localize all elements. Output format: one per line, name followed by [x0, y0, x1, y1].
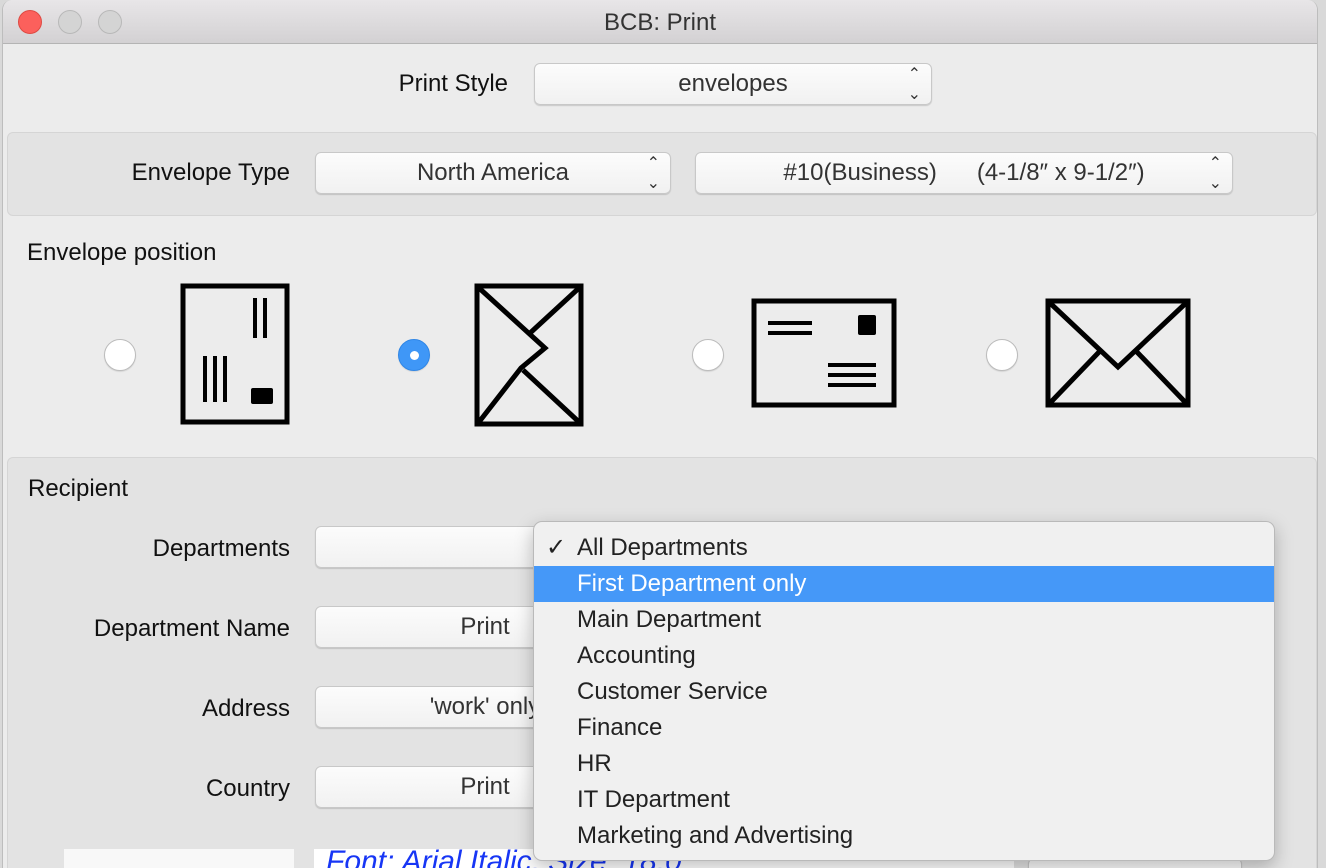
window-title: BCB: Print: [603, 9, 717, 36]
envelope-size-select[interactable]: #10(Business) (4-1/8″ x 9-1/2″) ⌃ ⌄: [695, 152, 1233, 194]
title-bar[interactable]: BCB: Print: [3, 0, 1317, 44]
country-label: Country: [205, 775, 290, 802]
print-style-label: Print Style: [398, 70, 508, 97]
envelope-region-select[interactable]: North America ⌃ ⌄: [315, 152, 671, 194]
menu-item-label: First Department only: [577, 570, 807, 597]
envelope-landscape-address-icon[interactable]: [750, 297, 898, 411]
print-style-select[interactable]: envelopes ⌃ ⌄: [534, 63, 932, 105]
envelope-region-value: North America: [416, 159, 570, 186]
position-radio-1[interactable]: [104, 339, 136, 371]
position-radio-4[interactable]: [986, 339, 1018, 371]
menu-item-accounting[interactable]: Accounting: [534, 638, 1274, 674]
menu-item-label: Customer Service: [577, 678, 768, 705]
menu-item-label: HR: [577, 750, 612, 777]
position-radio-2[interactable]: [398, 339, 430, 371]
departments-label: Departments: [152, 535, 290, 562]
menu-item-label: Marketing and Advertising: [577, 822, 854, 849]
menu-item-customer-service[interactable]: Customer Service: [534, 674, 1274, 710]
address-label: Address: [201, 695, 290, 722]
menu-item-label: IT Department: [577, 786, 730, 813]
position-radio-3[interactable]: [692, 339, 724, 371]
departments-menu: ✓ All Departments First Department only M…: [533, 521, 1275, 861]
menu-item-marketing[interactable]: Marketing and Advertising: [534, 818, 1274, 854]
envelope-size-value: #10(Business) (4-1/8″ x 9-1/2″): [783, 159, 1145, 186]
menu-item-first-department[interactable]: First Department only: [534, 566, 1274, 602]
country-value: Print: [460, 773, 510, 800]
menu-item-main-department[interactable]: Main Department: [534, 602, 1274, 638]
menu-item-finance[interactable]: Finance: [534, 710, 1274, 746]
envelope-type-group: Envelope Type North America ⌃ ⌄ #10(Busine…: [7, 132, 1317, 216]
menu-item-all-departments[interactable]: ✓ All Departments: [534, 530, 1274, 566]
updown-arrows-icon: ⌃ ⌄: [1208, 155, 1222, 192]
checkmark-icon: ✓: [546, 534, 567, 561]
department-name-value: Print: [460, 613, 510, 640]
preview-swatch: [64, 849, 294, 868]
recipient-label: Recipient: [28, 475, 129, 502]
department-name-label: Department Name: [93, 615, 290, 642]
envelope-portrait-stamp-icon[interactable]: [179, 282, 295, 427]
address-value: 'work' only: [429, 693, 541, 720]
menu-item-label: Accounting: [577, 642, 696, 669]
print-style-value: envelopes: [678, 70, 788, 97]
menu-item-label: All Departments: [577, 534, 748, 561]
envelope-portrait-flap-icon[interactable]: [473, 282, 587, 428]
updown-arrows-icon: ⌃ ⌄: [646, 155, 660, 192]
envelope-position-label: Envelope position: [27, 239, 217, 266]
menu-item-hr[interactable]: HR: [534, 746, 1274, 782]
menu-item-it-department[interactable]: IT Department: [534, 782, 1274, 818]
envelope-type-label: Envelope Type: [131, 159, 290, 186]
updown-arrows-icon: ⌃ ⌄: [907, 66, 921, 103]
menu-item-label: Main Department: [577, 606, 762, 633]
menu-item-label: Finance: [577, 714, 663, 741]
envelope-landscape-flap-icon[interactable]: [1044, 297, 1192, 411]
